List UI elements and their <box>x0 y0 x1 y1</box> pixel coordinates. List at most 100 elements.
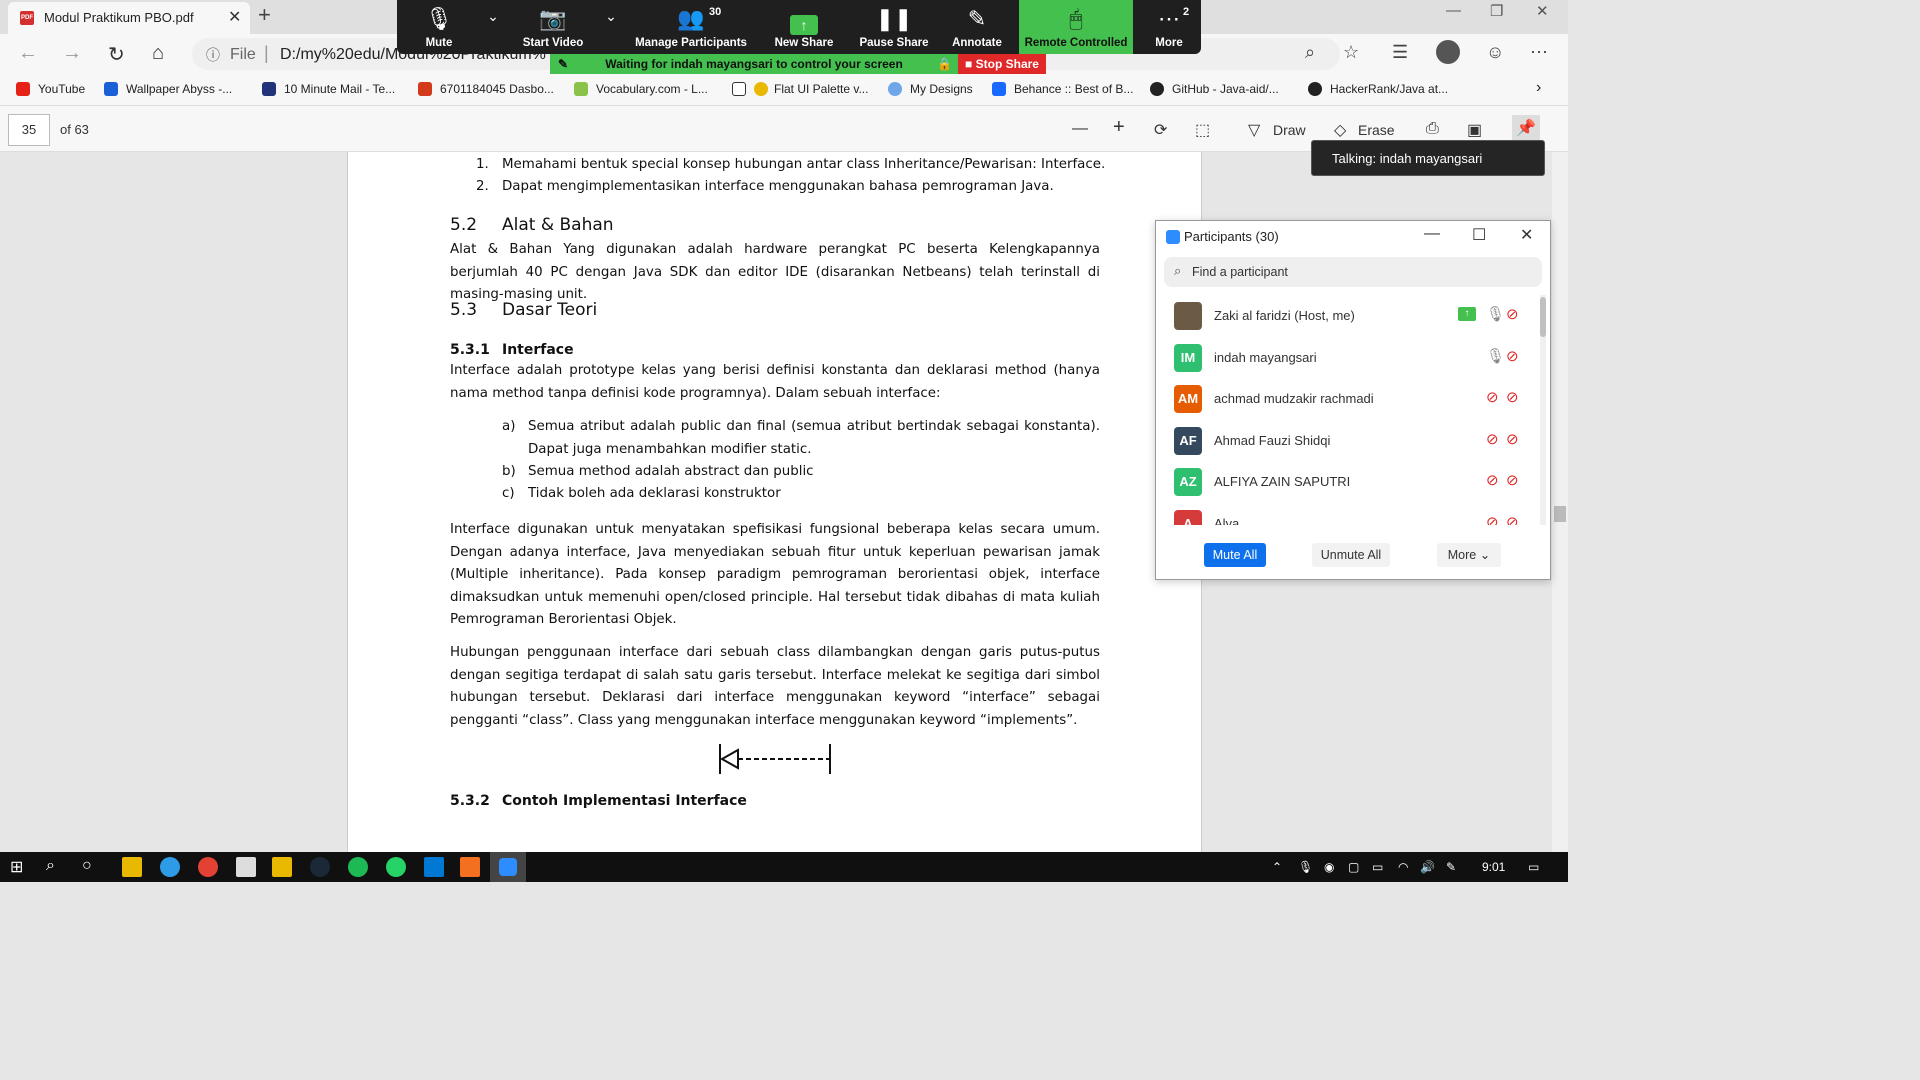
wifi-icon[interactable]: ◠ <box>1398 860 1408 874</box>
favorites-list-icon[interactable]: ☰ <box>1392 42 1408 63</box>
page-scrollbar-thumb[interactable] <box>1554 506 1566 522</box>
bookmark-hackerrank[interactable]: HackerRank/Java at... <box>1308 82 1448 96</box>
microphone-icon[interactable]: 🎙 <box>1486 347 1505 365</box>
close-window-button[interactable]: ✕ <box>1536 2 1549 20</box>
info-icon[interactable]: ⓘ <box>206 45 220 65</box>
chrome-icon[interactable] <box>198 857 218 877</box>
microphone-icon[interactable]: 🎙 <box>1486 305 1505 323</box>
zoom-out-icon[interactable]: — <box>1072 120 1088 138</box>
more-menu-button[interactable]: More ⌄ <box>1437 543 1501 567</box>
annotate-button[interactable]: ✎ Annotate <box>939 0 1015 54</box>
tray-microphone-icon[interactable]: 🎙 <box>1298 860 1313 874</box>
profile-avatar[interactable] <box>1436 40 1460 64</box>
microphone-muted-icon[interactable]: ⊘ <box>1486 471 1499 489</box>
bookmark-github[interactable]: GitHub - Java-aid/... <box>1150 82 1279 96</box>
search-icon[interactable]: ⌕ <box>46 857 66 877</box>
more-button[interactable]: ⋯ 2 More <box>1137 0 1201 54</box>
battery-icon[interactable]: ▭ <box>1372 860 1383 874</box>
pin-icon[interactable]: 📌 <box>1512 115 1540 143</box>
bookmark-wallpaper-abyss[interactable]: Wallpaper Abyss -... <box>104 82 232 96</box>
windows-start-icon[interactable]: ⊞ <box>10 857 30 877</box>
volume-icon[interactable]: 🔊 <box>1420 860 1435 874</box>
mute-button[interactable]: 🎙 Mute <box>397 0 481 54</box>
fit-page-icon[interactable]: ⬚ <box>1195 120 1210 140</box>
participants-scrollbar[interactable] <box>1540 295 1546 525</box>
bookmark-page[interactable]: Flat UI Palette v... <box>732 82 868 96</box>
pen-icon[interactable]: ✎ <box>1446 860 1456 874</box>
page-scrollbar[interactable] <box>1552 152 1568 852</box>
file-explorer-icon[interactable] <box>122 857 142 877</box>
participant-row[interactable]: IM indah mayangsari 🎙 ⊘ <box>1156 337 1540 378</box>
maximize-panel-button[interactable]: ☐ <box>1472 225 1486 245</box>
settings-more-icon[interactable]: ⋯ <box>1530 42 1548 63</box>
whatsapp-icon[interactable] <box>386 857 406 877</box>
paint-icon[interactable] <box>272 857 292 877</box>
zoom-in-icon[interactable]: + <box>1113 116 1125 139</box>
microphone-muted-icon[interactable]: ⊘ <box>1486 513 1499 525</box>
bookmark-my-designs[interactable]: My Designs <box>888 82 973 96</box>
clock-time[interactable]: 9:01 <box>1482 860 1505 874</box>
participant-row[interactable]: Zaki al faridzi (Host, me) ↑ 🎙 ⊘ <box>1156 295 1540 336</box>
participant-row[interactable]: AM achmad mudzakir rachmadi ⊘ ⊘ <box>1156 378 1540 419</box>
xampp-icon[interactable] <box>460 857 480 877</box>
chevron-right-icon[interactable]: › <box>1536 79 1541 97</box>
participant-row[interactable]: AZ ALFIYA ZAIN SAPUTRI ⊘ ⊘ <box>1156 461 1540 502</box>
store-icon[interactable] <box>236 857 256 877</box>
manage-participants-button[interactable]: 👥 30 Manage Participants <box>629 0 753 54</box>
microphone-muted-icon[interactable]: ⊘ <box>1486 430 1499 448</box>
maximize-window-button[interactable]: ❐ <box>1490 2 1503 20</box>
bookmark-vocabulary[interactable]: Vocabulary.com - L... <box>574 82 708 96</box>
participant-row[interactable]: A Alya ⊘ ⊘ <box>1156 503 1540 525</box>
notifications-icon[interactable]: ▭ <box>1528 860 1539 874</box>
video-off-icon[interactable]: ⊘ <box>1506 471 1519 489</box>
rotate-icon[interactable]: ⟳ <box>1154 120 1167 140</box>
tray-chevron-icon[interactable]: ⌃ <box>1272 860 1282 874</box>
forward-arrow-icon[interactable]: → <box>62 42 82 65</box>
participant-search[interactable]: ⌕ <box>1164 257 1542 287</box>
erase-label[interactable]: Erase <box>1358 122 1395 138</box>
tray-device-icon[interactable]: ▢ <box>1348 860 1359 874</box>
close-tab-icon[interactable]: ✕ <box>228 7 241 27</box>
steam-icon[interactable] <box>310 857 330 877</box>
back-arrow-icon[interactable]: ← <box>18 42 38 65</box>
close-panel-button[interactable]: ✕ <box>1520 225 1533 245</box>
new-share-button[interactable]: ↑ New Share <box>761 0 847 54</box>
vscode-icon[interactable] <box>424 857 444 877</box>
erase-icon[interactable]: ◇ <box>1334 120 1346 140</box>
start-video-button[interactable]: 📷 Start Video <box>507 0 599 54</box>
new-tab-button[interactable]: + <box>258 2 271 28</box>
feedback-icon[interactable]: ☺ <box>1486 42 1504 63</box>
bookmark-dashboard[interactable]: 6701184045 Dasbo... <box>418 82 554 96</box>
video-off-icon[interactable]: ⊘ <box>1506 305 1519 323</box>
participant-row[interactable]: AF Ahmad Fauzi Shidqi ⊘ ⊘ <box>1156 420 1540 461</box>
pause-share-button[interactable]: ❚❚ Pause Share <box>851 0 937 54</box>
participants-scrollbar-thumb[interactable] <box>1540 297 1546 337</box>
remote-controlled-button[interactable]: 🖱 Remote Controlled <box>1019 0 1133 54</box>
microphone-muted-icon[interactable]: ⊘ <box>1486 388 1499 406</box>
bookmark-youtube[interactable]: YouTube <box>16 82 85 96</box>
page-number-input[interactable]: 35 <box>8 114 50 146</box>
bookmark-10-minute-mail[interactable]: 10 Minute Mail - Te... <box>262 82 395 96</box>
video-off-icon[interactable]: ⊘ <box>1506 388 1519 406</box>
cortana-icon[interactable]: ○ <box>82 857 102 877</box>
save-icon[interactable]: ▣ <box>1467 120 1482 140</box>
video-off-icon[interactable]: ⊘ <box>1506 347 1519 365</box>
zoom-taskbar-icon[interactable] <box>490 852 526 882</box>
mute-options-chevron-icon[interactable]: ⌄ <box>481 8 505 28</box>
print-icon[interactable]: ⎙ <box>1426 120 1439 138</box>
home-icon[interactable]: ⌂ <box>152 42 164 65</box>
video-off-icon[interactable]: ⊘ <box>1506 513 1519 525</box>
tray-steam-icon[interactable]: ◉ <box>1324 860 1334 874</box>
browser-tab[interactable]: PDF Modul Praktikum PBO.pdf ✕ <box>8 2 250 34</box>
draw-icon[interactable]: ▽ <box>1248 120 1260 140</box>
minimize-window-button[interactable]: — <box>1446 2 1461 19</box>
video-off-icon[interactable]: ⊘ <box>1506 430 1519 448</box>
spotify-icon[interactable] <box>348 857 368 877</box>
video-options-chevron-icon[interactable]: ⌄ <box>599 8 623 28</box>
minimize-panel-button[interactable]: — <box>1424 225 1440 243</box>
refresh-icon[interactable]: ↻ <box>108 42 125 67</box>
draw-label[interactable]: Draw <box>1273 122 1306 138</box>
edge-icon[interactable] <box>160 857 180 877</box>
participant-search-input[interactable] <box>1192 257 1532 287</box>
mute-all-button[interactable]: Mute All <box>1204 543 1266 567</box>
